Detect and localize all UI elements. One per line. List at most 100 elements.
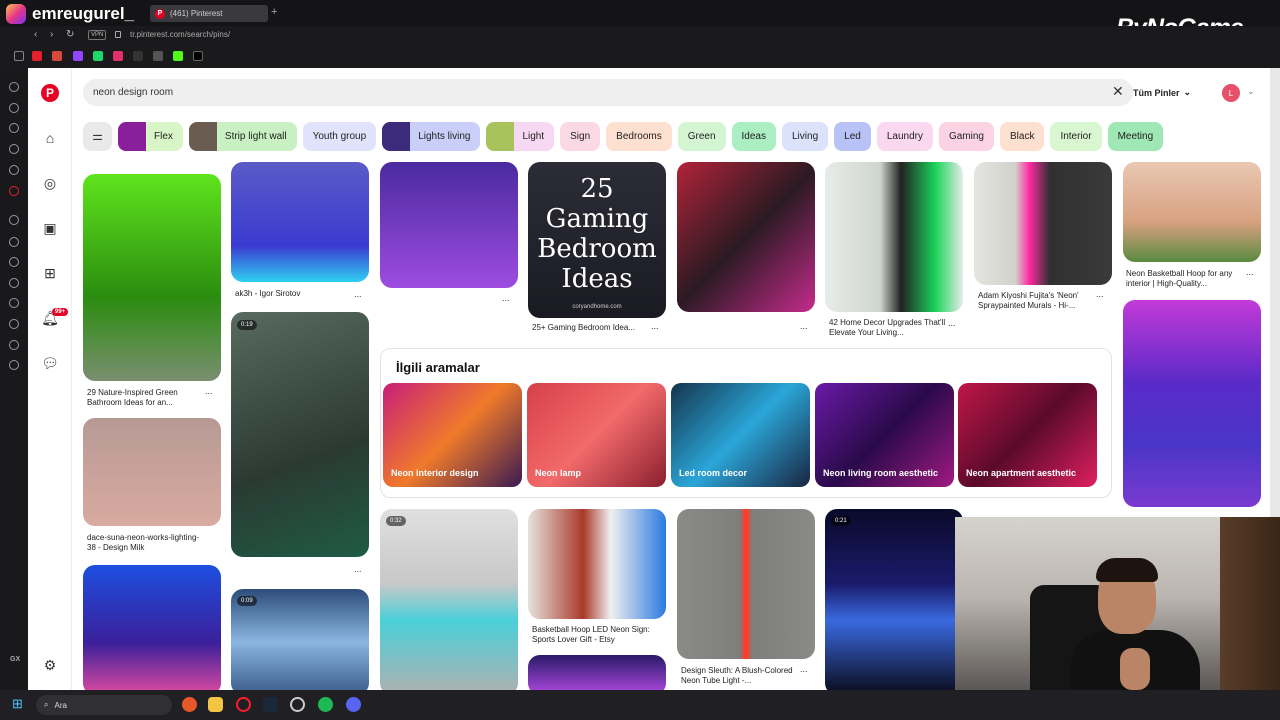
messages-icon[interactable]: 💬︎ (41, 354, 59, 372)
boards-icon[interactable]: ▣ (41, 219, 59, 237)
avatar[interactable]: L (1222, 84, 1240, 102)
more-options-icon[interactable]: ... (354, 564, 362, 574)
taskbar-search[interactable]: ⌕ Ara (36, 695, 172, 715)
search-input[interactable]: neon design room (83, 79, 1133, 106)
gx-corner-icon[interactable] (9, 82, 19, 92)
pinterest-logo-icon[interactable]: P (41, 84, 59, 102)
pin-blue-bathroom[interactable] (231, 162, 369, 282)
more-options-icon[interactable]: ... (948, 318, 956, 328)
settings-icon[interactable]: ⚙ (41, 656, 59, 674)
pin-neon-murals-wall[interactable] (677, 162, 815, 312)
windows-start-icon[interactable]: ⊞ (12, 697, 26, 711)
filter-chip[interactable]: Bedrooms (606, 121, 672, 151)
filter-chip[interactable]: Strip light wall (188, 121, 297, 151)
more-options-icon[interactable]: ... (354, 289, 362, 299)
url-text[interactable]: tr.pinterest.com/search/pins/ (130, 30, 230, 39)
more-options-icon[interactable]: ... (1246, 267, 1254, 277)
instagram-bookmark-icon[interactable] (113, 51, 123, 61)
record-icon[interactable] (9, 186, 19, 196)
app-icon[interactable] (182, 697, 197, 712)
tiktok-bookmark-icon[interactable] (193, 51, 203, 61)
heart-icon[interactable] (9, 257, 19, 267)
reload-icon[interactable]: ↻ (66, 29, 74, 40)
kick-bookmark-icon[interactable] (173, 51, 183, 61)
twitter-icon[interactable] (9, 144, 19, 154)
pin-tv-led[interactable] (825, 162, 963, 312)
filter-chip[interactable]: Black (999, 121, 1045, 151)
gmail-bookmark-icon[interactable] (52, 51, 62, 61)
clear-search-icon[interactable]: ✕ (1112, 83, 1124, 100)
youtube-bookmark-icon[interactable] (32, 51, 42, 61)
twitch-bookmark-icon[interactable] (73, 51, 83, 61)
new-tab-button[interactable]: + (271, 6, 283, 20)
back-icon[interactable]: ‹ (34, 29, 37, 40)
related-item[interactable]: Neon apartment aesthetic (958, 383, 1097, 487)
instagram-icon[interactable] (9, 103, 19, 113)
download-icon[interactable] (9, 319, 19, 329)
pin-led-strip-video[interactable] (231, 312, 369, 557)
pin-blue-led-bedroom[interactable] (83, 565, 221, 690)
more-options-icon[interactable]: ... (205, 386, 213, 396)
wallet-icon[interactable] (9, 278, 19, 288)
tiktok-icon[interactable] (9, 123, 19, 133)
discord-icon[interactable] (346, 697, 361, 712)
filter-chip[interactable]: Green (677, 121, 726, 151)
pin-dace-neon[interactable] (83, 418, 221, 526)
account-chevron-icon[interactable]: ⌄ (1247, 86, 1255, 97)
filter-chip[interactable]: Youth group (302, 121, 377, 151)
file-explorer-icon[interactable] (208, 697, 223, 712)
app-icon[interactable] (290, 697, 305, 712)
filter-chip[interactable]: Living (782, 121, 829, 151)
filter-chip[interactable]: Ideas (731, 121, 776, 151)
more-options-icon[interactable]: ... (1096, 289, 1104, 299)
discord-icon[interactable] (9, 165, 19, 175)
apps-icon[interactable] (9, 237, 19, 247)
create-icon[interactable]: ⊞ (41, 264, 59, 282)
bookmark-icon[interactable] (133, 51, 143, 61)
filter-chip[interactable]: Lights living (382, 121, 481, 151)
spotify-icon[interactable] (318, 697, 333, 712)
filters-button[interactable]: ⚌ (83, 121, 112, 151)
vpn-badge[interactable]: VPN (88, 30, 107, 40)
pin-gaming-bedroom[interactable]: 25 Gaming Bedroom Ideas coryandhome.com (528, 162, 666, 318)
filter-chip[interactable]: Flex (118, 121, 183, 151)
pin-green-bathroom[interactable] (83, 174, 221, 381)
filter-chip[interactable]: Gaming (938, 121, 994, 151)
more-options-icon[interactable]: ... (800, 664, 808, 674)
pin-loft-bedroom-video[interactable] (380, 509, 518, 690)
more-options-icon[interactable]: ... (502, 293, 510, 303)
related-item[interactable]: Neon interior design (383, 383, 522, 487)
pin-purple-room[interactable] (380, 162, 518, 288)
pin-night-city-room-video[interactable] (825, 509, 963, 690)
pin-purple-gaming-room[interactable] (1123, 300, 1261, 507)
browser-tab-pinterest[interactable]: P (461) Pinterest (150, 5, 268, 22)
history-icon[interactable] (9, 298, 19, 308)
filter-chip[interactable]: Meeting (1107, 121, 1164, 151)
opera-gx-icon[interactable] (236, 697, 251, 712)
filter-chip[interactable]: Sign (560, 121, 601, 151)
filter-chip[interactable]: Led (834, 121, 871, 151)
settings-icon[interactable] (9, 360, 19, 370)
pin-neon-tube-light[interactable] (677, 509, 815, 659)
pin-type-select[interactable]: Tüm Pinler ⌄ (1133, 80, 1213, 105)
related-item[interactable]: Led room decor (671, 383, 810, 487)
pin-purple-abstract[interactable] (528, 655, 666, 690)
filter-chip[interactable]: Laundry (876, 121, 933, 151)
more-options-icon[interactable]: ... (800, 321, 808, 331)
forward-icon[interactable]: › (50, 29, 53, 40)
steam-icon[interactable] (263, 697, 278, 712)
home-icon[interactable]: ⌂ (41, 129, 59, 147)
kick-bookmark-icon[interactable] (93, 51, 103, 61)
related-item[interactable]: Neon lamp (527, 383, 666, 487)
spotify-icon[interactable] (9, 215, 19, 225)
bookmark-icon[interactable] (14, 51, 24, 61)
filter-chip[interactable]: Light (486, 121, 555, 151)
pin-pink-spray[interactable] (974, 162, 1112, 285)
bookmark-icon[interactable] (153, 51, 163, 61)
related-item[interactable]: Neon living room aesthetic (815, 383, 954, 487)
extensions-icon[interactable] (9, 340, 19, 350)
filter-chip[interactable]: Interior (1050, 121, 1102, 151)
pin-basketball-led-sign[interactable] (528, 509, 666, 619)
explore-icon[interactable]: ◎ (41, 174, 59, 192)
pin-basketball-hoop[interactable] (1123, 162, 1261, 262)
